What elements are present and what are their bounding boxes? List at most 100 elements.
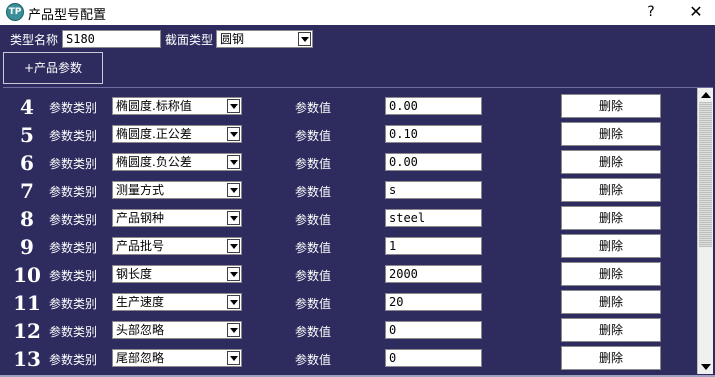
category-value: 测量方式	[116, 183, 165, 197]
value-input[interactable]: 0.00	[385, 97, 482, 115]
param-row: 9 参数类别 产品批号 参数值 1 删除	[3, 232, 697, 260]
row-number: 10	[13, 263, 41, 287]
category-value: 头部忽略	[116, 323, 165, 337]
scroll-up-icon[interactable]	[701, 92, 711, 98]
value-input[interactable]: 1	[385, 237, 482, 255]
title-bar: TP 产品型号配置 ? ✕	[0, 0, 715, 25]
delete-button[interactable]: 删除	[561, 290, 661, 314]
value-input[interactable]: 0.10	[385, 125, 482, 143]
value-label: 参数值	[295, 325, 332, 339]
category-select[interactable]: 椭圆度.正公差	[112, 125, 242, 143]
row-number: 13	[13, 347, 41, 371]
category-select[interactable]: 尾部忽略	[112, 349, 242, 367]
category-label: 参数类别	[49, 297, 98, 311]
chevron-down-icon[interactable]	[227, 239, 240, 253]
row-number: 7	[20, 179, 34, 203]
delete-button[interactable]: 删除	[561, 318, 661, 342]
category-value: 产品批号	[116, 239, 165, 253]
category-select[interactable]: 钢长度	[112, 265, 242, 283]
category-label: 参数类别	[49, 185, 98, 199]
chevron-down-icon[interactable]	[227, 351, 240, 365]
chevron-down-icon[interactable]	[227, 155, 240, 169]
chevron-down-icon[interactable]	[227, 267, 240, 281]
chevron-down-icon[interactable]	[227, 323, 240, 337]
delete-button[interactable]: 删除	[561, 346, 661, 370]
section-type-label: 截面类型	[165, 33, 214, 47]
row-number: 11	[13, 291, 41, 315]
value-input[interactable]: steel	[385, 209, 482, 227]
chevron-down-icon[interactable]	[227, 183, 240, 197]
value-input[interactable]: 20	[385, 293, 482, 311]
value-label: 参数值	[295, 297, 332, 311]
category-select[interactable]: 椭圆度.标称值	[112, 97, 242, 115]
row-number: 9	[20, 235, 34, 259]
scroll-thumb[interactable]	[699, 102, 712, 247]
close-button[interactable]: ✕	[683, 1, 709, 23]
delete-button[interactable]: 删除	[561, 122, 661, 146]
param-list: 4 参数类别 椭圆度.标称值 参数值 0.00 删除 5 参数类别 椭圆度.正公差 参数值 0.10…	[3, 87, 713, 375]
category-label: 参数类别	[49, 213, 98, 227]
category-select[interactable]: 测量方式	[112, 181, 242, 199]
vertical-scrollbar[interactable]	[697, 88, 713, 374]
delete-button[interactable]: 删除	[561, 150, 661, 174]
chevron-down-icon[interactable]	[227, 211, 240, 225]
category-label: 参数类别	[49, 269, 98, 283]
row-number: 4	[20, 95, 34, 119]
delete-button[interactable]: 删除	[561, 234, 661, 258]
param-row: 10 参数类别 钢长度 参数值 2000 删除	[3, 260, 697, 288]
value-input[interactable]: s	[385, 181, 482, 199]
type-name-label: 类型名称	[10, 33, 59, 47]
value-input[interactable]: 2000	[385, 265, 482, 283]
value-label: 参数值	[295, 157, 332, 171]
value-label: 参数值	[295, 101, 332, 115]
category-label: 参数类别	[49, 157, 98, 171]
param-row: 12 参数类别 头部忽略 参数值 0 删除	[3, 316, 697, 344]
chevron-down-icon[interactable]	[227, 295, 240, 309]
row-number: 5	[20, 123, 34, 147]
delete-button[interactable]: 删除	[561, 262, 661, 286]
category-value: 椭圆度.负公差	[116, 155, 192, 169]
chevron-down-icon[interactable]	[298, 32, 311, 46]
add-param-button[interactable]: +产品参数	[3, 52, 103, 84]
param-row: 6 参数类别 椭圆度.负公差 参数值 0.00 删除	[3, 148, 697, 176]
section-type-select[interactable]: 圆钢	[216, 30, 313, 48]
row-number: 6	[20, 151, 34, 175]
value-input[interactable]: 0	[385, 321, 482, 339]
type-name-input[interactable]: S180	[62, 30, 161, 48]
value-label: 参数值	[295, 129, 332, 143]
category-label: 参数类别	[49, 353, 98, 367]
category-value: 钢长度	[116, 267, 153, 281]
window-title: 产品型号配置	[28, 8, 107, 23]
value-input[interactable]: 0	[385, 349, 482, 367]
category-value: 产品钢种	[116, 211, 165, 225]
param-row: 5 参数类别 椭圆度.正公差 参数值 0.10 删除	[3, 120, 697, 148]
category-label: 参数类别	[49, 241, 98, 255]
delete-button[interactable]: 删除	[561, 178, 661, 202]
delete-button[interactable]: 删除	[561, 94, 661, 118]
param-row: 11 参数类别 生产速度 参数值 20 删除	[3, 288, 697, 316]
row-number: 8	[20, 207, 34, 231]
param-row: 8 参数类别 产品钢种 参数值 steel 删除	[3, 204, 697, 232]
value-label: 参数值	[295, 185, 332, 199]
value-label: 参数值	[295, 269, 332, 283]
scroll-down-icon[interactable]	[701, 364, 711, 370]
category-label: 参数类别	[49, 101, 98, 115]
delete-button[interactable]: 删除	[561, 206, 661, 230]
chevron-down-icon[interactable]	[227, 99, 240, 113]
category-value: 椭圆度.标称值	[116, 99, 192, 113]
value-input[interactable]: 0.00	[385, 153, 482, 171]
chevron-down-icon[interactable]	[227, 127, 240, 141]
category-label: 参数类别	[49, 129, 98, 143]
category-select[interactable]: 产品批号	[112, 237, 242, 255]
category-value: 尾部忽略	[116, 351, 165, 365]
category-select[interactable]: 椭圆度.负公差	[112, 153, 242, 171]
category-label: 参数类别	[49, 325, 98, 339]
app-icon: TP	[6, 3, 24, 21]
category-select[interactable]: 产品钢种	[112, 209, 242, 227]
value-label: 参数值	[295, 213, 332, 227]
value-label: 参数值	[295, 241, 332, 255]
category-select[interactable]: 头部忽略	[112, 321, 242, 339]
help-button[interactable]: ?	[640, 2, 662, 22]
category-select[interactable]: 生产速度	[112, 293, 242, 311]
category-value: 生产速度	[116, 295, 165, 309]
